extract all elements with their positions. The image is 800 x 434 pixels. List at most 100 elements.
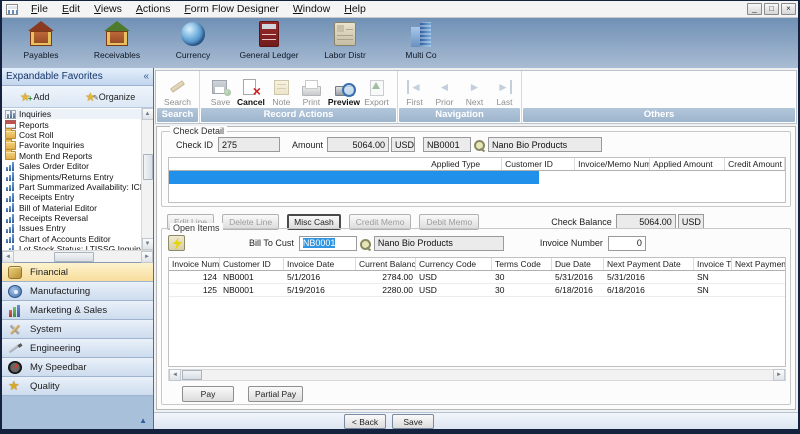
- organize-favorites-button[interactable]: ★ Organize: [85, 92, 135, 102]
- column-header[interactable]: Next Payment Date: [604, 258, 694, 270]
- toolbar-button[interactable]: Currency: [164, 21, 222, 60]
- favorite-item[interactable]: Sales Order Editor: [2, 161, 141, 171]
- customer-id-field[interactable]: NB0001: [423, 137, 471, 152]
- favorite-item[interactable]: Part Summarized Availability: ICISAC Inq: [2, 182, 141, 192]
- check-id-field[interactable]: 275: [218, 137, 280, 152]
- favorite-item[interactable]: Inquiries: [2, 109, 141, 119]
- partial-pay-button[interactable]: Partial Pay: [248, 386, 303, 402]
- column-header[interactable]: Invoice Type: [694, 258, 732, 270]
- column-header[interactable]: Current Balance: [356, 258, 416, 270]
- engineering-pencil-icon: [8, 342, 22, 355]
- column-header[interactable]: Customer ID: [502, 158, 575, 170]
- sidebar-section[interactable]: Financial: [2, 263, 153, 282]
- open-items-horizontal-scrollbar[interactable]: ◄ ►: [168, 369, 786, 381]
- scroll-left-icon[interactable]: ◄: [2, 251, 14, 263]
- sidebar-section[interactable]: Manufacturing: [2, 282, 153, 301]
- ribbon-button[interactable]: Prior: [430, 72, 459, 108]
- collapse-up-icon[interactable]: ▲: [139, 416, 147, 425]
- menu-item[interactable]: Help: [337, 2, 373, 16]
- favorite-item[interactable]: Receipts Entry: [2, 192, 141, 202]
- column-header[interactable]: Due Date: [552, 258, 604, 270]
- favorite-item[interactable]: Bill of Material Editor: [2, 203, 141, 213]
- scroll-right-icon[interactable]: ►: [773, 369, 785, 381]
- favorite-item[interactable]: Shipments/Returns Entry: [2, 171, 141, 181]
- sidebar-section[interactable]: Quality: [2, 377, 153, 396]
- favorite-item[interactable]: Favorite Inquiries: [2, 140, 141, 150]
- favorite-item[interactable]: Chart of Accounts Editor: [2, 234, 141, 244]
- column-header[interactable]: Applied Type: [428, 158, 502, 170]
- column-header[interactable]: Applied Amount: [650, 158, 725, 170]
- menu-item[interactable]: Actions: [129, 2, 177, 16]
- toolbar-button[interactable]: General Ledger: [240, 21, 298, 60]
- ribbon-button[interactable]: Cancel: [236, 72, 266, 108]
- pay-button[interactable]: Pay: [182, 386, 234, 402]
- back-button[interactable]: < Back: [344, 414, 386, 429]
- bill-to-lookup-icon[interactable]: [359, 237, 372, 250]
- favorites-vertical-scrollbar[interactable]: ▲ ▼: [141, 108, 153, 250]
- column-header[interactable]: Terms Code: [492, 258, 552, 270]
- amount-field[interactable]: 5064.00: [327, 137, 389, 152]
- column-header[interactable]: Next Payment Amount: [732, 258, 786, 270]
- favorite-item[interactable]: Cost Roll: [2, 130, 141, 140]
- column-header[interactable]: Currency Code: [416, 258, 492, 270]
- save-button[interactable]: Save: [392, 414, 434, 429]
- toolbar-button[interactable]: Labor Distr: [316, 21, 374, 60]
- column-header[interactable]: Invoice Number: [169, 258, 220, 270]
- restore-button[interactable]: □: [764, 3, 779, 15]
- menu-item[interactable]: Window: [286, 2, 337, 16]
- scrollbar-thumb[interactable]: [54, 252, 94, 262]
- bill-to-label: Bill To Cust: [249, 238, 294, 248]
- menu-item[interactable]: Edit: [55, 2, 87, 16]
- sidebar-section[interactable]: System: [2, 320, 153, 339]
- scrollbar-thumb[interactable]: [143, 154, 153, 180]
- invoice-row[interactable]: 124 NB0001 5/1/2016 2784.00 USD 30 5/31/…: [169, 271, 785, 284]
- customer-lookup-icon[interactable]: [473, 138, 486, 151]
- prior-record-icon: [434, 78, 456, 96]
- scroll-down-icon[interactable]: ▼: [142, 238, 154, 250]
- add-favorite-button[interactable]: ★ Add: [20, 92, 50, 102]
- favorite-item[interactable]: Reports: [2, 119, 141, 129]
- currency-field[interactable]: USD: [391, 137, 415, 152]
- menu-item[interactable]: Views: [87, 2, 129, 16]
- invoice-number-field[interactable]: 0: [608, 236, 646, 251]
- bar-chart-icon: [5, 193, 16, 202]
- ribbon-button[interactable]: Save: [206, 72, 235, 108]
- auto-apply-lightning-button[interactable]: [168, 235, 185, 251]
- scroll-left-icon[interactable]: ◄: [169, 369, 181, 381]
- favorite-item[interactable]: Receipts Reversal: [2, 213, 141, 223]
- toolbar-button[interactable]: Multi Co: [392, 21, 450, 60]
- column-header[interactable]: Invoice Date: [284, 258, 356, 270]
- bill-to-field[interactable]: NB0001: [299, 236, 357, 251]
- invoice-row[interactable]: 125 NB0001 5/19/2016 2280.00 USD 30 6/18…: [169, 284, 785, 297]
- sidebar-section[interactable]: Marketing & Sales: [2, 301, 153, 320]
- selected-empty-row[interactable]: [169, 171, 539, 184]
- ribbon-button[interactable]: Search: [163, 72, 192, 108]
- sidebar-section[interactable]: Engineering: [2, 339, 153, 358]
- column-header[interactable]: Credit Amount: [725, 158, 785, 170]
- favorite-item-label: Receipts Entry: [19, 192, 74, 202]
- favorite-item[interactable]: Issues Entry: [2, 223, 141, 233]
- ribbon-button[interactable]: Note: [267, 72, 296, 108]
- column-header[interactable]: Invoice/Memo Number: [575, 158, 650, 170]
- minimize-button[interactable]: _: [747, 3, 762, 15]
- ribbon-button[interactable]: First: [400, 72, 429, 108]
- favorite-item[interactable]: Month End Reports: [2, 151, 141, 161]
- scroll-right-icon[interactable]: ►: [141, 251, 153, 263]
- ribbon-button[interactable]: Next: [460, 72, 489, 108]
- favorites-horizontal-scrollbar[interactable]: ◄ ►: [2, 250, 153, 262]
- collapse-sidebar-icon[interactable]: «: [143, 71, 149, 82]
- ribbon-button[interactable]: Export: [362, 72, 391, 108]
- close-button[interactable]: ×: [781, 3, 796, 15]
- ribbon-button[interactable]: Preview: [327, 72, 361, 108]
- menu-item[interactable]: File: [24, 2, 55, 16]
- column-header[interactable]: Customer ID: [220, 258, 284, 270]
- ribbon-button[interactable]: Print: [297, 72, 326, 108]
- ribbon-button[interactable]: Last: [490, 72, 519, 108]
- scroll-up-icon[interactable]: ▲: [142, 108, 154, 120]
- menu-item[interactable]: Form Flow Designer: [177, 2, 286, 16]
- scrollbar-thumb[interactable]: [182, 370, 202, 380]
- toolbar-button[interactable]: Receivables: [88, 21, 146, 60]
- sidebar-section[interactable]: My Speedbar: [2, 358, 153, 377]
- multi-co-building-icon: [406, 21, 436, 48]
- toolbar-button[interactable]: Payables: [12, 21, 70, 60]
